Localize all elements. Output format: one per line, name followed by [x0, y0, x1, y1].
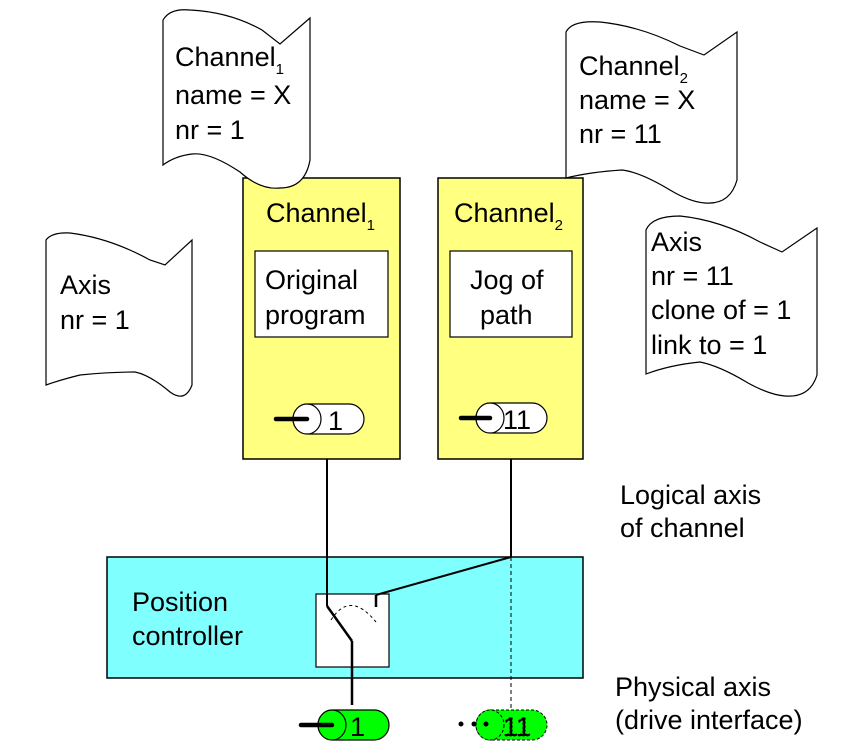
drive11-icon: 11	[458, 709, 548, 742]
channel2-program-line2: path	[480, 300, 533, 330]
controller-line1: Position	[132, 587, 228, 617]
logical-axis-label-line2: of channel	[620, 513, 745, 543]
doc-axis11-link-to: link to = 1	[651, 330, 767, 360]
doc-axis11-title: Axis	[651, 227, 702, 257]
doc-channel1-name: name = X	[175, 80, 291, 110]
drive11-label: 11	[503, 712, 531, 742]
doc-channel2-name: name = X	[579, 85, 695, 115]
doc-channel1-title: Channel	[175, 42, 276, 72]
axis-mapping-diagram: Channel1 name = X nr = 1 Channel2 name =…	[45, 9, 818, 742]
doc-channel1-nr: nr = 1	[175, 115, 245, 145]
physical-axis-label-line1: Physical axis	[615, 672, 771, 702]
doc-axis1-title: Axis	[60, 270, 111, 300]
document-channel2: Channel2 name = X nr = 11	[565, 21, 738, 204]
channel2-title: Channel	[454, 198, 555, 228]
document-channel1: Channel1 name = X nr = 1	[162, 9, 311, 189]
channel1-program-line1: Original	[265, 265, 358, 295]
controller-line2: controller	[132, 621, 243, 651]
logical-axis-label-line1: Logical axis	[620, 480, 761, 510]
drive1-label: 1	[350, 712, 365, 742]
channel1-subscript: 1	[367, 217, 375, 234]
doc-channel2-nr: nr = 11	[579, 119, 662, 149]
channel1-logical-axis-label: 1	[328, 406, 343, 436]
doc-axis11-nr: nr = 11	[651, 261, 734, 291]
channel1-program-line2: program	[265, 300, 366, 330]
doc-channel2-title: Channel	[579, 51, 680, 81]
channel2-program-line1: Jog of	[470, 265, 544, 295]
channel2-subscript: 2	[555, 217, 563, 234]
physical-axis-label-line2: (drive interface)	[615, 705, 803, 735]
drive1-icon: 1	[298, 709, 390, 742]
channel2-logical-axis-label: 11	[503, 405, 531, 435]
document-axis11: Axis nr = 11 clone of = 1 link to = 1	[645, 215, 818, 397]
doc-channel1-subscript: 1	[276, 61, 284, 78]
doc-axis1-nr: nr = 1	[60, 305, 130, 335]
doc-axis11-clone-of: clone of = 1	[651, 295, 791, 325]
document-axis1: Axis nr = 1	[45, 232, 193, 397]
channel1-title: Channel	[266, 198, 367, 228]
